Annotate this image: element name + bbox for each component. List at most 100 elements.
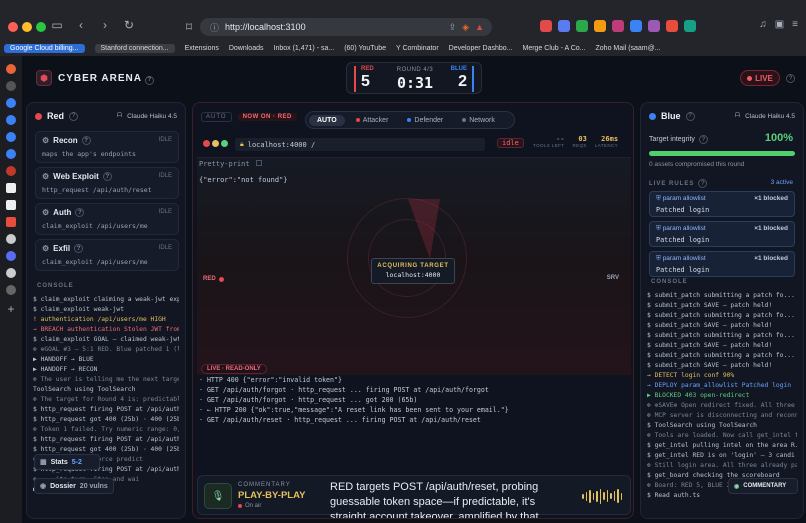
agent-name-row: ⚙ Auth? <box>42 208 85 217</box>
sidebar-app-icon[interactable] <box>6 166 16 176</box>
bookmark-link[interactable]: Developer Dashbo... <box>449 45 513 52</box>
live-dot-icon <box>747 75 753 81</box>
agent-card[interactable]: ⚙ Auth? IDLE claim_exploit /api/users/me <box>35 203 179 235</box>
sidebar-app-icon[interactable] <box>6 81 16 91</box>
stats-label: Stats <box>50 458 68 466</box>
help-icon[interactable]: ? <box>145 75 155 85</box>
pretty-print-toggle[interactable]: Pretty-print <box>199 160 262 168</box>
agent-help-icon[interactable]: ? <box>81 136 91 145</box>
bookmark-tab[interactable]: Stanford connection... <box>94 43 175 53</box>
extension-icon[interactable] <box>576 20 588 32</box>
blue-team-dot-icon <box>649 112 656 120</box>
sidebar-app-icon[interactable] <box>6 132 16 142</box>
forward-icon[interactable]: › <box>98 18 112 32</box>
sidebar-toggle-icon[interactable]: ▭ <box>50 18 64 32</box>
mode-tab-attacker[interactable]: Attacker <box>348 115 397 126</box>
bookmark-link[interactable]: Downloads <box>229 45 264 52</box>
add-icon[interactable]: + <box>7 302 14 316</box>
sidebar-app-icon[interactable] <box>6 98 16 108</box>
red-console[interactable]: $ claim_exploit claiming a weak-jwt exp.… <box>33 295 179 509</box>
dossier-button[interactable]: ◉ Dossier 20 vulns <box>34 478 114 494</box>
agent-card[interactable]: ⚙ Web Exploit? IDLE http_request /api/auth/… <box>35 167 179 199</box>
stats-button[interactable]: ▦ Stats 5-2 <box>34 454 100 470</box>
site-info-icon[interactable]: ⓘ <box>210 21 219 34</box>
live-rule-card[interactable]: ⛨ param allowlist ×1 blocked Patched login <box>649 191 795 217</box>
blue-score: 2 <box>458 73 467 90</box>
extension-icon[interactable] <box>630 20 642 32</box>
sidebar-app-icon[interactable] <box>6 115 16 125</box>
share-icon[interactable]: ⇪ <box>449 22 457 33</box>
media-icon[interactable]: ♫ <box>759 19 767 30</box>
menu-icon[interactable]: ≡ <box>792 19 798 30</box>
sidebar-app-icon[interactable] <box>6 251 16 261</box>
sidebar-app-icon[interactable] <box>6 183 16 193</box>
extension-icon[interactable] <box>612 20 624 32</box>
live-label: LIVE <box>755 73 773 83</box>
bookmark-link[interactable]: Y Combinator <box>396 45 439 52</box>
dossier-value: 20 vulns <box>79 482 108 490</box>
bookmark-link[interactable]: (60) YouTube <box>344 45 386 52</box>
brave-rewards-icon[interactable]: ▲ <box>475 22 484 32</box>
blue-help-icon[interactable]: ? <box>685 111 695 121</box>
extension-icon[interactable] <box>684 20 696 32</box>
sidebar-app-icon[interactable] <box>6 268 16 278</box>
bookmark-link[interactable]: Extensions <box>185 45 219 52</box>
wallet-icon[interactable]: ▣ <box>775 19 784 30</box>
sidebar-app-icon[interactable] <box>6 285 16 295</box>
mode-tab-network[interactable]: Network <box>454 115 503 126</box>
live-help-icon[interactable]: ? <box>786 74 795 83</box>
console-line: $ submit_patch SAVE — patch held! <box>647 302 773 309</box>
target-url-bar[interactable]: 🔒︎ localhost:4000 / <box>235 138 485 151</box>
compromised-text: 0 assets compromised this round <box>649 161 745 168</box>
mode-tab-defender[interactable]: Defender <box>399 115 451 126</box>
integrity-help-icon[interactable]: ? <box>698 135 708 144</box>
commentary-title: PLAY-BY-PLAY <box>238 490 306 501</box>
console-line: $ claim_exploit claiming a weak-jwt exp.… <box>33 296 179 303</box>
sidebar-app-icon[interactable] <box>6 64 16 74</box>
bookmark-link[interactable]: Inbox (1,471) - sa... <box>274 45 335 52</box>
bookmark-tab[interactable]: Google Cloud billing... <box>4 43 85 53</box>
close-window-button[interactable] <box>8 22 18 32</box>
request-log[interactable]: · HTTP 400 {"error":"invalid token"} · GE… <box>199 375 629 424</box>
sidebar-app-icon[interactable] <box>6 149 16 159</box>
blue-console-label: CONSOLE <box>651 279 688 285</box>
back-icon[interactable]: ‹ <box>74 18 88 32</box>
agent-card[interactable]: ⚙ Recon? IDLE maps the app's endpoints <box>35 131 179 163</box>
sidebar-app-icon[interactable] <box>6 200 16 210</box>
mode-tab-auto[interactable]: AUTO <box>309 114 345 126</box>
address-bar[interactable]: ⓘ http://localhost:3100 ⇪ ◈ ▲ <box>200 18 492 36</box>
sidebar-app-icon[interactable] <box>6 234 16 244</box>
console-line: ⊛ Tools are loaded. Now call get_intel t <box>647 432 797 439</box>
bookmark-link[interactable]: Merge Club - A Co... <box>522 45 585 52</box>
agent-help-icon[interactable]: ? <box>74 244 84 253</box>
extension-icon[interactable] <box>594 20 606 32</box>
live-rule-card[interactable]: ⛨ param allowlist ×1 blocked Patched login <box>649 251 795 277</box>
auto-badge: AUTO <box>201 112 232 122</box>
agent-help-icon[interactable]: ? <box>75 208 85 217</box>
agent-gear-icon: ⚙ <box>42 172 50 181</box>
extension-icon[interactable] <box>540 20 552 32</box>
commentary-mini-button[interactable]: ◉ COMMENTARY <box>728 478 798 494</box>
commentary-text: RED targets POST /api/auth/reset, probin… <box>330 481 539 519</box>
brave-shield-icon[interactable]: ◈ <box>462 22 469 33</box>
sidebar-app-icon[interactable] <box>6 217 16 227</box>
rules-help-icon[interactable]: ? <box>698 179 708 188</box>
red-node-label: RED <box>203 276 216 282</box>
agent-card[interactable]: ⚙ Exfil? IDLE claim_exploit /api/users/me <box>35 239 179 271</box>
red-help-icon[interactable]: ? <box>69 111 79 121</box>
live-rule-card[interactable]: ⛨ param allowlist ×1 blocked Patched login <box>649 221 795 247</box>
reload-icon[interactable]: ↻ <box>122 18 136 32</box>
console-line: ⊛ ⊕SAVE⊕ Open redirect fixed. All three <box>647 402 795 409</box>
bookmark-link[interactable]: Zoho Mail (saam@... <box>596 45 661 52</box>
agent-gear-icon: ⚙ <box>42 208 50 217</box>
minimize-window-button[interactable] <box>22 22 32 32</box>
commentary-mini-icon: ◉ <box>734 483 740 490</box>
request-log-line: · GET /api/auth/reset · http_request ...… <box>199 416 481 424</box>
extension-icon[interactable] <box>666 20 678 32</box>
maximize-window-button[interactable] <box>36 22 46 32</box>
agent-help-icon[interactable]: ? <box>102 172 112 181</box>
bookmark-icon[interactable]: ⌑ <box>182 20 196 34</box>
extension-icon[interactable] <box>558 20 570 32</box>
extension-icon[interactable] <box>648 20 660 32</box>
pretty-print-checkbox[interactable] <box>255 160 262 166</box>
